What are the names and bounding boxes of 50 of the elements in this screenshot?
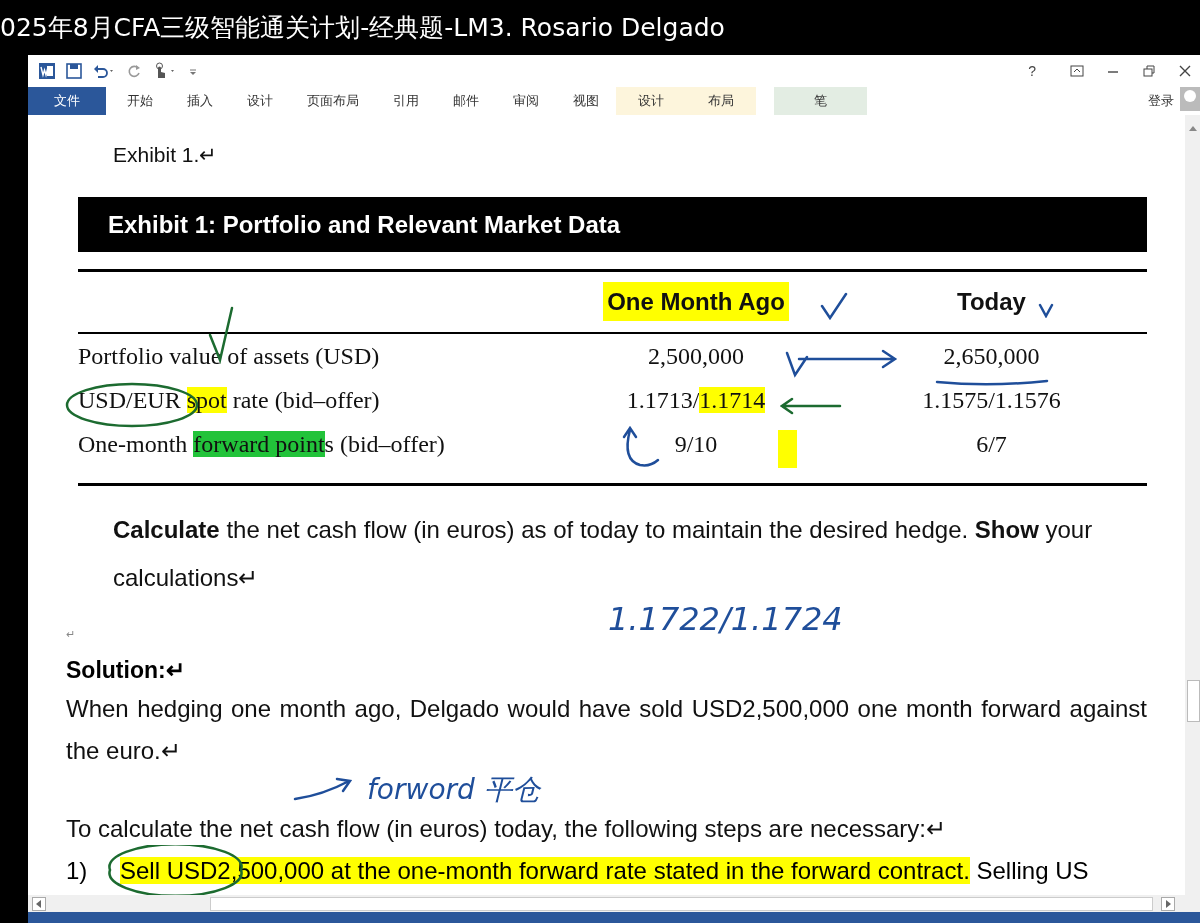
table-cell: 9/10 <box>674 430 718 457</box>
check-mark-icon <box>820 292 848 320</box>
scroll-right-icon[interactable] <box>1161 896 1175 911</box>
ribbon-tab[interactable]: 审阅 <box>496 87 556 115</box>
ribbon-tab[interactable]: 引用 <box>376 87 436 115</box>
highlighter-mark <box>778 430 797 468</box>
sign-in-link[interactable]: 登录 <box>1148 87 1174 115</box>
ribbon-tab[interactable]: 设计 <box>616 87 686 115</box>
ribbon-tab[interactable]: 邮件 <box>436 87 496 115</box>
scroll-thumb[interactable] <box>1187 680 1200 722</box>
table-cell: 2,650,000 <box>943 342 1040 369</box>
help-button[interactable]: ? <box>1028 63 1036 79</box>
table-cell: 2,500,000 <box>648 342 744 369</box>
solution-paragraph: When hedging one month ago, Delgado would have sold USD2,500,000 one month forward against the euro.↵ <box>66 694 1147 766</box>
arrow-mark <box>293 777 353 803</box>
arrow-mark <box>620 425 660 470</box>
ribbon-tab[interactable]: 开始 <box>110 87 170 115</box>
table-cell: 1.1575/1.1576 <box>922 386 1061 413</box>
horizontal-scroll-thumb[interactable] <box>210 896 1153 911</box>
solution-heading: Solution:↵ <box>66 657 186 684</box>
handwritten-note: forword 平仓 <box>367 772 540 808</box>
ribbon-display-icon[interactable] <box>1070 65 1084 77</box>
handwritten-note: 1.1722/1.1724 <box>608 600 843 638</box>
column-header: Today <box>956 287 1027 317</box>
exhibit-title: Exhibit 1: Portfolio and Relevant Market Data <box>78 197 1147 252</box>
ribbon-tab[interactable]: 布局 <box>686 87 756 115</box>
restore-icon[interactable] <box>1142 65 1156 77</box>
column-header: One Month Ago <box>603 282 789 321</box>
table-cell: 1.1713/1.1714 <box>626 386 766 413</box>
step-number: 1) <box>66 856 89 886</box>
ribbon-tab[interactable]: 设计 <box>230 87 290 115</box>
ribbon-tab[interactable]: 插入 <box>170 87 230 115</box>
undo-icon[interactable] <box>92 63 116 79</box>
video-title: 025年8月CFA三级智能通关计划-经典题-LM3. Rosario Delgado <box>0 12 725 44</box>
close-icon[interactable] <box>1178 65 1192 77</box>
scroll-left-icon[interactable] <box>32 896 46 911</box>
ribbon-tab[interactable]: 笔 <box>774 87 867 115</box>
ribbon-tab[interactable]: 文件 <box>28 87 106 115</box>
arrow-mark <box>780 397 842 415</box>
caption-text: Exhibit 1.↵ <box>113 143 219 167</box>
check-mark-icon <box>1038 303 1055 318</box>
solution-paragraph: To calculate the net cash flow (in euros) today, the following steps are necessary:↵ <box>66 814 947 844</box>
table-cell: 6/7 <box>976 430 1007 457</box>
word-logo-icon <box>38 62 56 80</box>
redo-icon[interactable] <box>126 63 142 79</box>
ribbon-tab[interactable]: 视图 <box>556 87 616 115</box>
ribbon-tab[interactable]: 页面布局 <box>290 87 376 115</box>
save-icon[interactable] <box>66 63 82 79</box>
paragraph-mark: ↵ <box>66 628 76 641</box>
question-text: Calculate the net cash flow (in euros) as of today to maintain the desired hedge. Show your calculations↵ <box>113 515 1094 593</box>
